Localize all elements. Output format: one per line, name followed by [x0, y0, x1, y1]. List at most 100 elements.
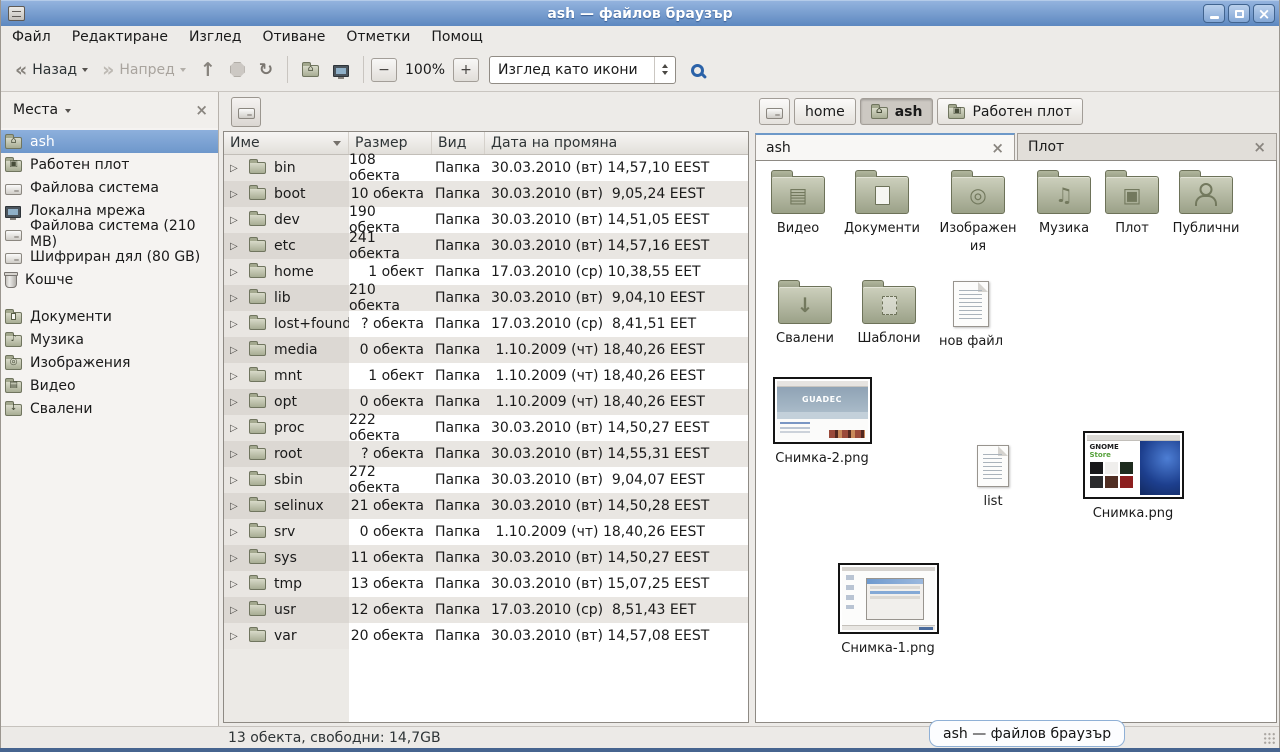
sidebar-item[interactable]: ↓Свалени: [1, 397, 218, 420]
file-snimka-2-item[interactable]: GUADECСнимка-2.png: [772, 377, 872, 468]
tree-row[interactable]: ▷etc241 обектаПапка30.03.2010 (вт) 14,57…: [224, 233, 748, 259]
sidebar-item[interactable]: Файлова система (210 MB): [1, 222, 218, 245]
menu-item[interactable]: Отметки: [346, 29, 410, 45]
sidebar-item[interactable]: Шифриран дял (80 GB): [1, 245, 218, 268]
tab-close-icon[interactable]: ×: [1253, 138, 1266, 156]
expander-icon[interactable]: ▷: [230, 449, 245, 460]
breadcrumb-root-drive-button[interactable]: [759, 98, 790, 125]
sidebar-item[interactable]: ▤Видео: [1, 374, 218, 397]
menu-item[interactable]: Помощ: [431, 29, 482, 45]
maximize-button[interactable]: [1228, 4, 1250, 23]
sidebar-item[interactable]: Кошче: [1, 268, 218, 291]
tree-row[interactable]: ▷usr12 обектаПапка17.03.2010 (ср) 8,51,4…: [224, 597, 748, 623]
stop-button[interactable]: [223, 57, 252, 82]
expander-icon[interactable]: ▷: [230, 631, 245, 642]
menu-item[interactable]: Изглед: [189, 29, 242, 45]
tree-row[interactable]: ▷opt0 обектаПапка 1.10.2009 (чт) 18,40,2…: [224, 389, 748, 415]
tab-close-icon[interactable]: ×: [991, 139, 1004, 157]
home-button[interactable]: ⌂: [295, 58, 326, 82]
zoom-in-button[interactable]: +: [453, 58, 479, 82]
tree-row[interactable]: ▷bin108 обектаПапка30.03.2010 (вт) 14,57…: [224, 155, 748, 181]
close-button[interactable]: ×: [1253, 4, 1275, 23]
titlebar[interactable]: ash — файлов браузър ×: [1, 0, 1279, 26]
tree-row[interactable]: ▷lib210 обектаПапка30.03.2010 (вт) 9,04,…: [224, 285, 748, 311]
tree-row[interactable]: ▷dev190 обектаПапка30.03.2010 (вт) 14,51…: [224, 207, 748, 233]
expander-icon[interactable]: ▷: [230, 605, 245, 616]
zoom-out-button[interactable]: −: [371, 58, 397, 82]
column-header[interactable]: Размер: [349, 132, 432, 154]
folder-templates-item[interactable]: Шаблони: [848, 279, 930, 348]
breadcrumb-desktop-button[interactable]: ▣Работен плот: [937, 98, 1082, 125]
column-header[interactable]: Дата на промяна: [485, 132, 748, 154]
expander-icon[interactable]: ▷: [230, 189, 245, 200]
tab-Плот[interactable]: Плот×: [1017, 133, 1277, 160]
tree-row[interactable]: ▷tmp13 обектаПапка30.03.2010 (вт) 15,07,…: [224, 571, 748, 597]
forward-button[interactable]: » Напред: [95, 57, 193, 83]
places-selector[interactable]: Места: [13, 102, 71, 118]
file-new-file-item[interactable]: нов файл: [930, 279, 1012, 351]
sidebar-item[interactable]: ◎Изображения: [1, 351, 218, 374]
tree-row[interactable]: ▷boot10 обектаПапка30.03.2010 (вт) 9,05,…: [224, 181, 748, 207]
menu-item[interactable]: Отиване: [262, 29, 325, 45]
folder-desktop-item[interactable]: ▣Плот: [1096, 169, 1168, 238]
tree-row[interactable]: ▷sys11 обектаПапка30.03.2010 (вт) 14,50,…: [224, 545, 748, 571]
folder-documents-item[interactable]: Документи: [840, 169, 924, 238]
folder-downloads-item[interactable]: ↓Свалени: [766, 279, 844, 348]
menu-item[interactable]: Редактиране: [72, 29, 168, 45]
expander-icon[interactable]: ▷: [230, 501, 245, 512]
sidebar-item[interactable]: ⌂ash: [1, 130, 218, 153]
tree-row[interactable]: ▷root? обектаПапка30.03.2010 (вт) 14,55,…: [224, 441, 748, 467]
expander-icon[interactable]: ▷: [230, 553, 245, 564]
folder-music-item[interactable]: ♫Музика: [1024, 169, 1104, 238]
tree-row[interactable]: ▷mnt1 обектПапка 1.10.2009 (чт) 18,40,26…: [224, 363, 748, 389]
tree-row[interactable]: ▷sbin272 обектаПапка30.03.2010 (вт) 9,04…: [224, 467, 748, 493]
expander-icon[interactable]: ▷: [230, 215, 245, 226]
sidebar-item[interactable]: Файлова система: [1, 176, 218, 199]
tree-row[interactable]: ▷srv0 обектаПапка 1.10.2009 (чт) 18,40,2…: [224, 519, 748, 545]
expander-icon[interactable]: ▷: [230, 423, 245, 434]
tree-row[interactable]: ▷proc222 обектаПапка30.03.2010 (вт) 14,5…: [224, 415, 748, 441]
tree-row[interactable]: ▷lost+found? обектаПапка17.03.2010 (ср) …: [224, 311, 748, 337]
file-snimka-1-item[interactable]: Снимка-1.png: [838, 563, 938, 658]
sidebar-item[interactable]: ▣Работен плот: [1, 153, 218, 176]
minimize-button[interactable]: [1203, 4, 1225, 23]
expander-icon[interactable]: ▷: [230, 475, 245, 486]
expander-icon[interactable]: ▷: [230, 163, 245, 174]
expander-icon[interactable]: ▷: [230, 293, 245, 304]
tree-row[interactable]: ▷home1 обектПапка17.03.2010 (ср) 10,38,5…: [224, 259, 748, 285]
search-button[interactable]: [676, 57, 717, 82]
folder-public-item[interactable]: Публични: [1164, 169, 1248, 238]
expander-icon[interactable]: ▷: [230, 345, 245, 356]
view-selector[interactable]: Изглед като икони: [489, 56, 676, 84]
tree-row[interactable]: ▷var20 обектаПапка30.03.2010 (вт) 14,57,…: [224, 623, 748, 649]
tree-row[interactable]: ▷media0 обектаПапка 1.10.2009 (чт) 18,40…: [224, 337, 748, 363]
computer-button[interactable]: [326, 58, 356, 82]
column-header[interactable]: Вид: [432, 132, 485, 154]
expander-icon[interactable]: ▷: [230, 527, 245, 538]
back-button[interactable]: « Назад: [8, 57, 95, 83]
expander-icon[interactable]: ▷: [230, 241, 245, 252]
sidebar-item[interactable]: ♪Музика: [1, 328, 218, 351]
icon-view[interactable]: ▤ВидеоДокументи◎Изображения♫Музика▣ПлотП…: [755, 160, 1277, 723]
reload-button[interactable]: ↻: [252, 57, 280, 83]
sidebar-close-button[interactable]: ×: [195, 101, 208, 119]
breadcrumb-ash-button[interactable]: ⌂ash: [860, 98, 934, 125]
file-list-item[interactable]: list: [962, 445, 1024, 511]
folder-images-item[interactable]: ◎Изображения: [936, 169, 1020, 255]
sidebar-item[interactable]: Документи: [1, 305, 218, 328]
up-button[interactable]: ↑: [193, 57, 223, 83]
resize-grip[interactable]: [1263, 732, 1276, 745]
column-header[interactable]: Име: [224, 132, 349, 154]
expander-icon[interactable]: ▷: [230, 267, 245, 278]
tab-ash[interactable]: ash×: [755, 133, 1015, 160]
expander-icon[interactable]: ▷: [230, 319, 245, 330]
menu-item[interactable]: Файл: [12, 29, 51, 45]
file-snimka-item[interactable]: GNOME StoreСнимка.png: [1078, 431, 1188, 523]
root-drive-button[interactable]: [231, 97, 261, 127]
breadcrumb-home-button[interactable]: home: [794, 98, 856, 125]
expander-icon[interactable]: ▷: [230, 371, 245, 382]
folder-video-item[interactable]: ▤Видео: [758, 169, 838, 238]
tree-row[interactable]: ▷selinux21 обектаПапка30.03.2010 (вт) 14…: [224, 493, 748, 519]
expander-icon[interactable]: ▷: [230, 579, 245, 590]
expander-icon[interactable]: ▷: [230, 397, 245, 408]
